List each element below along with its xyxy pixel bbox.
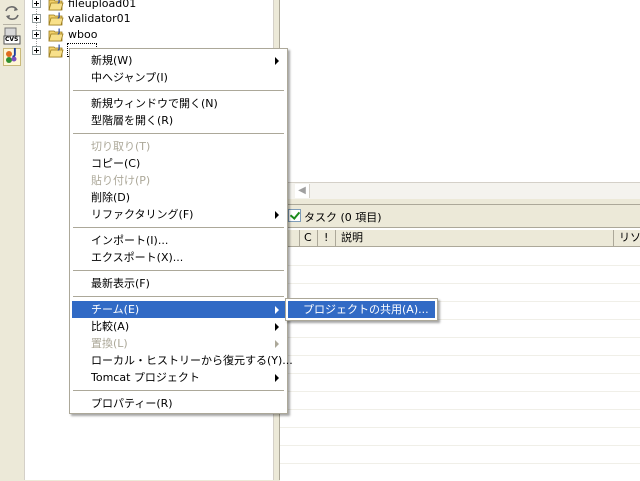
submenu-arrow-icon: [275, 57, 279, 65]
column-header-priority[interactable]: !: [318, 230, 336, 247]
team-submenu: プロジェクトの共用(A)...: [285, 298, 438, 321]
menu-item-label: インポート(I)...: [91, 234, 169, 247]
menu-item-open-type-hierarchy[interactable]: 型階層を開く(R): [72, 112, 285, 129]
menu-item-label: 新規(W): [91, 54, 133, 67]
tree-item-label: wboo: [68, 28, 98, 41]
horizontal-scrollbar[interactable]: ◀: [280, 182, 640, 199]
menu-item-label: エクスポート(X)...: [91, 251, 184, 264]
svg-text:J: J: [57, 0, 60, 4]
project-folder-icon: J: [48, 44, 64, 58]
expand-icon[interactable]: [32, 14, 41, 23]
menu-separator: [73, 270, 284, 271]
menu-item-label: 新規ウィンドウで開く(N): [91, 97, 218, 110]
context-menu: 新規(W) 中へジャンプ(I) 新規ウィンドウで開く(N) 型階層を開く(R) …: [69, 48, 293, 414]
menu-item-label: ローカル・ヒストリーから復元する(Y)...: [91, 354, 293, 367]
menu-item-label: コピー(C): [91, 157, 141, 170]
tree-item[interactable]: J wboo: [25, 27, 273, 43]
menu-item-share-project[interactable]: プロジェクトの共用(A)...: [288, 301, 435, 318]
menu-item-cut[interactable]: 切り取り(T): [72, 138, 285, 155]
menu-item-label: 最新表示(F): [91, 277, 150, 290]
expand-icon[interactable]: [32, 0, 41, 8]
scroll-left-icon[interactable]: ◀: [295, 184, 310, 198]
menu-item-label: リファクタリング(F): [91, 208, 194, 221]
menu-item-label: プロパティー(R): [91, 397, 173, 410]
grid-line: [280, 409, 640, 410]
menu-item-label: 置換(L): [91, 337, 128, 350]
tree-item-label: validator01: [68, 12, 131, 25]
menu-item-label: 比較(A): [91, 320, 130, 333]
menu-separator: [73, 390, 284, 391]
menu-separator: [73, 90, 284, 91]
svg-text:J: J: [57, 28, 60, 35]
grid-line: [280, 283, 640, 284]
grid-line: [280, 337, 640, 338]
menu-separator: [73, 227, 284, 228]
menu-item-team[interactable]: チーム(E): [72, 301, 285, 318]
grid-line: [280, 463, 640, 464]
menu-item-compare[interactable]: 比較(A): [72, 318, 285, 335]
menu-item-restore-local-history[interactable]: ローカル・ヒストリーから復元する(Y)...: [72, 352, 293, 369]
column-header-completed[interactable]: C: [300, 230, 318, 247]
menu-item-label: 切り取り(T): [91, 140, 151, 153]
menu-item-tomcat-project[interactable]: Tomcat プロジェクト: [72, 369, 285, 386]
menu-item-open-in-new-window[interactable]: 新規ウィンドウで開く(N): [72, 95, 285, 112]
submenu-arrow-icon: [275, 306, 279, 314]
grid-line: [280, 373, 640, 374]
tasks-title: タスク (0 項目): [304, 211, 382, 224]
submenu-arrow-icon: [275, 323, 279, 331]
column-header-resource[interactable]: リソ: [614, 230, 640, 247]
menu-item-label: チーム(E): [91, 303, 140, 316]
menu-item-label: 貼り付け(P): [91, 174, 151, 187]
menu-item-label: プロジェクトの共用(A)...: [303, 303, 429, 316]
tasks-checkbox-icon: [288, 209, 301, 222]
java-label: J: [13, 47, 17, 58]
tree-item[interactable]: J validator01: [25, 11, 273, 27]
menu-item-go-into[interactable]: 中へジャンプ(I): [72, 69, 285, 86]
grid-line: [280, 265, 640, 266]
menu-separator: [73, 133, 284, 134]
grid-line: [280, 355, 640, 356]
grid-line: [280, 445, 640, 446]
tree-item-label: fileupload01: [68, 0, 137, 10]
grid-line: [280, 391, 640, 392]
column-header-description[interactable]: 説明: [336, 230, 614, 247]
menu-item-paste[interactable]: 貼り付け(P): [72, 172, 285, 189]
menu-item-label: 中へジャンプ(I): [91, 71, 168, 84]
menu-item-refactor[interactable]: リファクタリング(F): [72, 206, 285, 223]
refresh-icon[interactable]: [3, 4, 21, 22]
grid-line: [280, 427, 640, 428]
project-folder-icon: J: [48, 0, 64, 11]
menu-item-label: 削除(D): [91, 191, 131, 204]
menu-item-copy[interactable]: コピー(C): [72, 155, 285, 172]
menu-separator: [73, 296, 284, 297]
editor-area: [280, 0, 640, 198]
menu-item-replace[interactable]: 置換(L): [72, 335, 285, 352]
cvs-label: CVS: [5, 36, 19, 43]
expand-icon[interactable]: [32, 30, 41, 39]
menu-item-delete[interactable]: 削除(D): [72, 189, 285, 206]
tasks-view-header: タスク (0 項目): [280, 205, 640, 228]
submenu-arrow-icon: [275, 374, 279, 382]
menu-item-import[interactable]: インポート(I)...: [72, 232, 285, 249]
menu-item-refresh[interactable]: 最新表示(F): [72, 275, 285, 292]
cvs-perspective-icon[interactable]: CVS: [3, 27, 21, 45]
java-perspective-icon[interactable]: J: [3, 47, 21, 66]
expand-icon[interactable]: [32, 46, 41, 55]
menu-item-new[interactable]: 新規(W): [72, 52, 285, 69]
menu-item-properties[interactable]: プロパティー(R): [72, 395, 285, 412]
menu-item-export[interactable]: エクスポート(X)...: [72, 249, 285, 266]
submenu-arrow-icon: [275, 340, 279, 348]
menu-item-label: 型階層を開く(R): [91, 114, 174, 127]
tasks-view: タスク (0 項目) C ! 説明 リソ: [280, 204, 640, 481]
svg-text:J: J: [57, 44, 60, 51]
project-folder-icon: J: [48, 28, 64, 42]
strip-divider: [3, 24, 21, 25]
menu-item-label: Tomcat プロジェクト: [91, 371, 200, 384]
perspective-bar: CVS J: [0, 0, 25, 480]
svg-text:J: J: [57, 12, 60, 19]
project-folder-icon: J: [48, 12, 64, 26]
submenu-arrow-icon: [275, 211, 279, 219]
